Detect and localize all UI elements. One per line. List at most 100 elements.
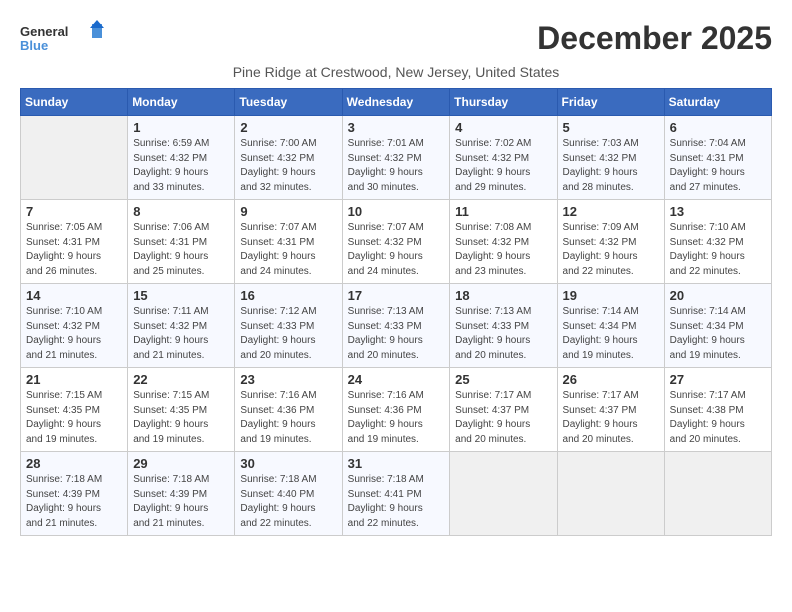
calendar-cell: 3Sunrise: 7:01 AM Sunset: 4:32 PM Daylig… [342, 116, 450, 200]
day-number: 8 [133, 204, 229, 219]
day-info: Sunrise: 7:16 AM Sunset: 4:36 PM Dayligh… [240, 389, 336, 447]
day-number: 23 [240, 372, 336, 387]
calendar-cell: 22Sunrise: 7:15 AM Sunset: 4:35 PM Dayli… [128, 368, 235, 452]
logo-svg: General Blue [20, 20, 110, 60]
week-row-5: 28 Sunrise: 7:18 AM Sunset: 4:39 PM Dayli… [21, 452, 772, 536]
calendar-cell: 8 Sunrise: 7:06 AM Sunset: 4:31 PM Daylig… [128, 200, 235, 284]
weekday-monday: Monday [128, 89, 235, 116]
calendar-cell: 12Sunrise: 7:09 AM Sunset: 4:32 PM Dayli… [557, 200, 664, 284]
day-number: 30 [240, 456, 336, 471]
day-info: Sunrise: 7:00 AM Sunset: 4:32 PM Dayligh… [240, 137, 336, 195]
day-info: Sunrise: 7:03 AM Sunset: 4:32 PM Dayligh… [563, 137, 659, 195]
weekday-tuesday: Tuesday [235, 89, 342, 116]
day-number: 26 [563, 372, 659, 387]
day-number: 19 [563, 288, 659, 303]
day-info: Sunrise: 7:11 AM Sunset: 4:32 PM Dayligh… [133, 305, 229, 363]
weekday-wednesday: Wednesday [342, 89, 450, 116]
logo: General Blue [20, 20, 110, 60]
calendar-cell: 1Sunrise: 6:59 AM Sunset: 4:32 PM Daylig… [128, 116, 235, 200]
day-info: Sunrise: 7:17 AM Sunset: 4:37 PM Dayligh… [563, 389, 659, 447]
page-header: General Blue December 2025 [20, 20, 772, 60]
month-title: December 2025 [537, 20, 772, 57]
subtitle: Pine Ridge at Crestwood, New Jersey, Uni… [20, 64, 772, 80]
calendar-cell: 20Sunrise: 7:14 AM Sunset: 4:34 PM Dayli… [664, 284, 771, 368]
calendar-cell: 11Sunrise: 7:08 AM Sunset: 4:32 PM Dayli… [450, 200, 557, 284]
day-info: Sunrise: 7:01 AM Sunset: 4:32 PM Dayligh… [348, 137, 445, 195]
day-info: Sunrise: 7:10 AM Sunset: 4:32 PM Dayligh… [670, 221, 766, 279]
calendar-cell: 18 Sunrise: 7:13 AM Sunset: 4:33 PM Dayli… [450, 284, 557, 368]
calendar-cell: 7 Sunrise: 7:05 AM Sunset: 4:31 PM Daylig… [21, 200, 128, 284]
day-info: Sunrise: 7:02 AM Sunset: 4:32 PM Dayligh… [455, 137, 551, 195]
calendar-cell [450, 452, 557, 536]
day-number: 25 [455, 372, 551, 387]
day-info: Sunrise: 7:18 AM Sunset: 4:39 PM Dayligh… [26, 473, 122, 531]
day-info: Sunrise: 7:18 AM Sunset: 4:40 PM Dayligh… [240, 473, 336, 531]
weekday-header-row: SundayMondayTuesdayWednesdayThursdayFrid… [21, 89, 772, 116]
day-number: 6 [670, 120, 766, 135]
day-info: Sunrise: 7:18 AM Sunset: 4:39 PM Dayligh… [133, 473, 229, 531]
day-info: Sunrise: 7:07 AM Sunset: 4:32 PM Dayligh… [348, 221, 445, 279]
day-number: 24 [348, 372, 445, 387]
week-row-3: 14 Sunrise: 7:10 AM Sunset: 4:32 PM Dayli… [21, 284, 772, 368]
weekday-sunday: Sunday [21, 89, 128, 116]
day-info: Sunrise: 7:14 AM Sunset: 4:34 PM Dayligh… [670, 305, 766, 363]
day-info: Sunrise: 7:05 AM Sunset: 4:31 PM Dayligh… [26, 221, 122, 279]
svg-text:Blue: Blue [20, 38, 48, 53]
calendar-cell: 25 Sunrise: 7:17 AM Sunset: 4:37 PM Dayli… [450, 368, 557, 452]
calendar-cell: 17Sunrise: 7:13 AM Sunset: 4:33 PM Dayli… [342, 284, 450, 368]
day-number: 28 [26, 456, 122, 471]
day-number: 16 [240, 288, 336, 303]
calendar-cell: 6 Sunrise: 7:04 AM Sunset: 4:31 PM Daylig… [664, 116, 771, 200]
day-info: Sunrise: 7:12 AM Sunset: 4:33 PM Dayligh… [240, 305, 336, 363]
day-info: Sunrise: 7:16 AM Sunset: 4:36 PM Dayligh… [348, 389, 445, 447]
day-number: 18 [455, 288, 551, 303]
calendar-cell [664, 452, 771, 536]
day-number: 9 [240, 204, 336, 219]
day-info: Sunrise: 7:10 AM Sunset: 4:32 PM Dayligh… [26, 305, 122, 363]
day-info: Sunrise: 6:59 AM Sunset: 4:32 PM Dayligh… [133, 137, 229, 195]
day-number: 31 [348, 456, 445, 471]
calendar-cell [21, 116, 128, 200]
day-info: Sunrise: 7:06 AM Sunset: 4:31 PM Dayligh… [133, 221, 229, 279]
day-info: Sunrise: 7:04 AM Sunset: 4:31 PM Dayligh… [670, 137, 766, 195]
day-number: 11 [455, 204, 551, 219]
weekday-friday: Friday [557, 89, 664, 116]
calendar-cell: 16 Sunrise: 7:12 AM Sunset: 4:33 PM Dayli… [235, 284, 342, 368]
calendar-cell: 30 Sunrise: 7:18 AM Sunset: 4:40 PM Dayli… [235, 452, 342, 536]
title-block: December 2025 [537, 20, 772, 57]
calendar-cell: 31 Sunrise: 7:18 AM Sunset: 4:41 PM Dayli… [342, 452, 450, 536]
week-row-4: 21 Sunrise: 7:15 AM Sunset: 4:35 PM Dayli… [21, 368, 772, 452]
calendar-cell: 14 Sunrise: 7:10 AM Sunset: 4:32 PM Dayli… [21, 284, 128, 368]
calendar-cell: 21 Sunrise: 7:15 AM Sunset: 4:35 PM Dayli… [21, 368, 128, 452]
day-number: 21 [26, 372, 122, 387]
day-info: Sunrise: 7:15 AM Sunset: 4:35 PM Dayligh… [26, 389, 122, 447]
day-info: Sunrise: 7:13 AM Sunset: 4:33 PM Dayligh… [455, 305, 551, 363]
weekday-saturday: Saturday [664, 89, 771, 116]
day-number: 2 [240, 120, 336, 135]
day-info: Sunrise: 7:17 AM Sunset: 4:38 PM Dayligh… [670, 389, 766, 447]
day-info: Sunrise: 7:14 AM Sunset: 4:34 PM Dayligh… [563, 305, 659, 363]
calendar-cell: 26 Sunrise: 7:17 AM Sunset: 4:37 PM Dayli… [557, 368, 664, 452]
calendar-cell: 29Sunrise: 7:18 AM Sunset: 4:39 PM Dayli… [128, 452, 235, 536]
calendar-cell: 28 Sunrise: 7:18 AM Sunset: 4:39 PM Dayli… [21, 452, 128, 536]
calendar-cell: 15 Sunrise: 7:11 AM Sunset: 4:32 PM Dayli… [128, 284, 235, 368]
day-number: 4 [455, 120, 551, 135]
day-info: Sunrise: 7:18 AM Sunset: 4:41 PM Dayligh… [348, 473, 445, 531]
day-number: 7 [26, 204, 122, 219]
day-info: Sunrise: 7:13 AM Sunset: 4:33 PM Dayligh… [348, 305, 445, 363]
calendar-cell: 24 Sunrise: 7:16 AM Sunset: 4:36 PM Dayli… [342, 368, 450, 452]
day-number: 14 [26, 288, 122, 303]
day-number: 15 [133, 288, 229, 303]
calendar-cell: 4 Sunrise: 7:02 AM Sunset: 4:32 PM Daylig… [450, 116, 557, 200]
week-row-1: 1Sunrise: 6:59 AM Sunset: 4:32 PM Daylig… [21, 116, 772, 200]
calendar-cell [557, 452, 664, 536]
calendar-cell: 10 Sunrise: 7:07 AM Sunset: 4:32 PM Dayli… [342, 200, 450, 284]
day-number: 12 [563, 204, 659, 219]
day-number: 10 [348, 204, 445, 219]
svg-text:General: General [20, 24, 68, 39]
day-info: Sunrise: 7:15 AM Sunset: 4:35 PM Dayligh… [133, 389, 229, 447]
calendar-cell: 23 Sunrise: 7:16 AM Sunset: 4:36 PM Dayli… [235, 368, 342, 452]
day-info: Sunrise: 7:17 AM Sunset: 4:37 PM Dayligh… [455, 389, 551, 447]
day-number: 5 [563, 120, 659, 135]
calendar-cell: 2 Sunrise: 7:00 AM Sunset: 4:32 PM Daylig… [235, 116, 342, 200]
